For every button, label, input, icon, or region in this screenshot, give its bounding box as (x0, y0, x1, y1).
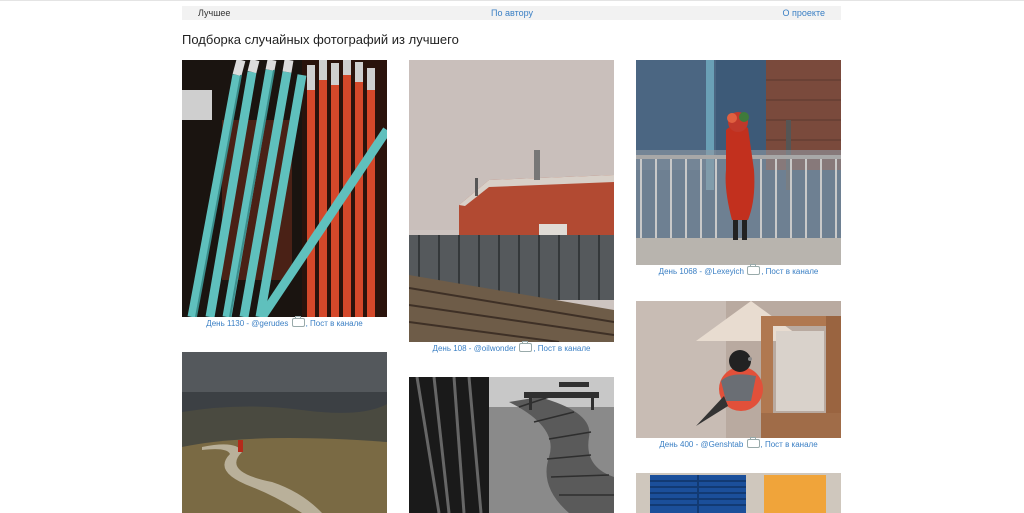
photo-bullfinch-image (636, 301, 841, 438)
caption-1: День 1130 - @gerudes , Пост в канале (182, 316, 387, 329)
caption-2-sep: - (466, 344, 474, 353)
caption-3-author[interactable]: @Lexeyich (704, 267, 744, 276)
caption-1-post[interactable]: Пост в канале (310, 319, 363, 328)
caption-3: День 1068 - @Lexeyich , Пост в канале (636, 264, 841, 277)
photo-boardwalk[interactable] (409, 377, 614, 513)
caption-1-author[interactable]: @gerudes (251, 319, 288, 328)
photo-bullfinch[interactable] (636, 301, 841, 438)
caption-4-post[interactable]: Пост в канале (765, 440, 818, 449)
photo-woman-flowers[interactable] (636, 60, 841, 265)
photo-blue-shutters-image (636, 473, 841, 513)
nav-by-author[interactable]: По автору (491, 7, 533, 19)
caption-2-day[interactable]: День 108 (433, 344, 467, 353)
photo-brick-building-image (409, 60, 614, 342)
camera-icon (746, 437, 760, 448)
photo-woman-flowers-image (636, 60, 841, 265)
top-border (0, 0, 1024, 1)
caption-2-post[interactable]: Пост в канале (538, 344, 591, 353)
caption-2-author[interactable]: @oilwonder (474, 344, 516, 353)
caption-1-comma: , (305, 319, 308, 328)
caption-3-day[interactable]: День 1068 (659, 267, 697, 276)
caption-1-day[interactable]: День 1130 (206, 319, 244, 328)
photo-pencils[interactable] (182, 60, 387, 317)
page-title: Подборка случайных фотографий из лучшего (182, 32, 459, 47)
caption-3-post[interactable]: Пост в канале (766, 267, 819, 276)
caption-2-comma: , (533, 344, 536, 353)
photo-pencils-image (182, 60, 387, 317)
caption-2: День 108 - @oilwonder , Пост в канале (409, 341, 614, 354)
nav-about[interactable]: О проекте (783, 7, 825, 19)
top-nav: Лучшее По автору О проекте (182, 6, 841, 20)
photo-landscape-woman-image (182, 352, 387, 513)
photo-landscape-woman[interactable] (182, 352, 387, 513)
camera-icon (519, 341, 533, 352)
caption-4-day[interactable]: День 400 (659, 440, 693, 449)
photo-boardwalk-image (409, 377, 614, 513)
nav-best[interactable]: Лучшее (198, 7, 230, 19)
photo-blue-shutters[interactable] (636, 473, 841, 513)
caption-3-comma: , (761, 267, 764, 276)
caption-4-comma: , (760, 440, 763, 449)
caption-4-author[interactable]: @Genshtab (700, 440, 743, 449)
caption-4: День 400 - @Genshtab , Пост в канале (636, 437, 841, 450)
camera-icon (291, 316, 305, 327)
photo-brick-building[interactable] (409, 60, 614, 342)
camera-icon (747, 264, 761, 275)
